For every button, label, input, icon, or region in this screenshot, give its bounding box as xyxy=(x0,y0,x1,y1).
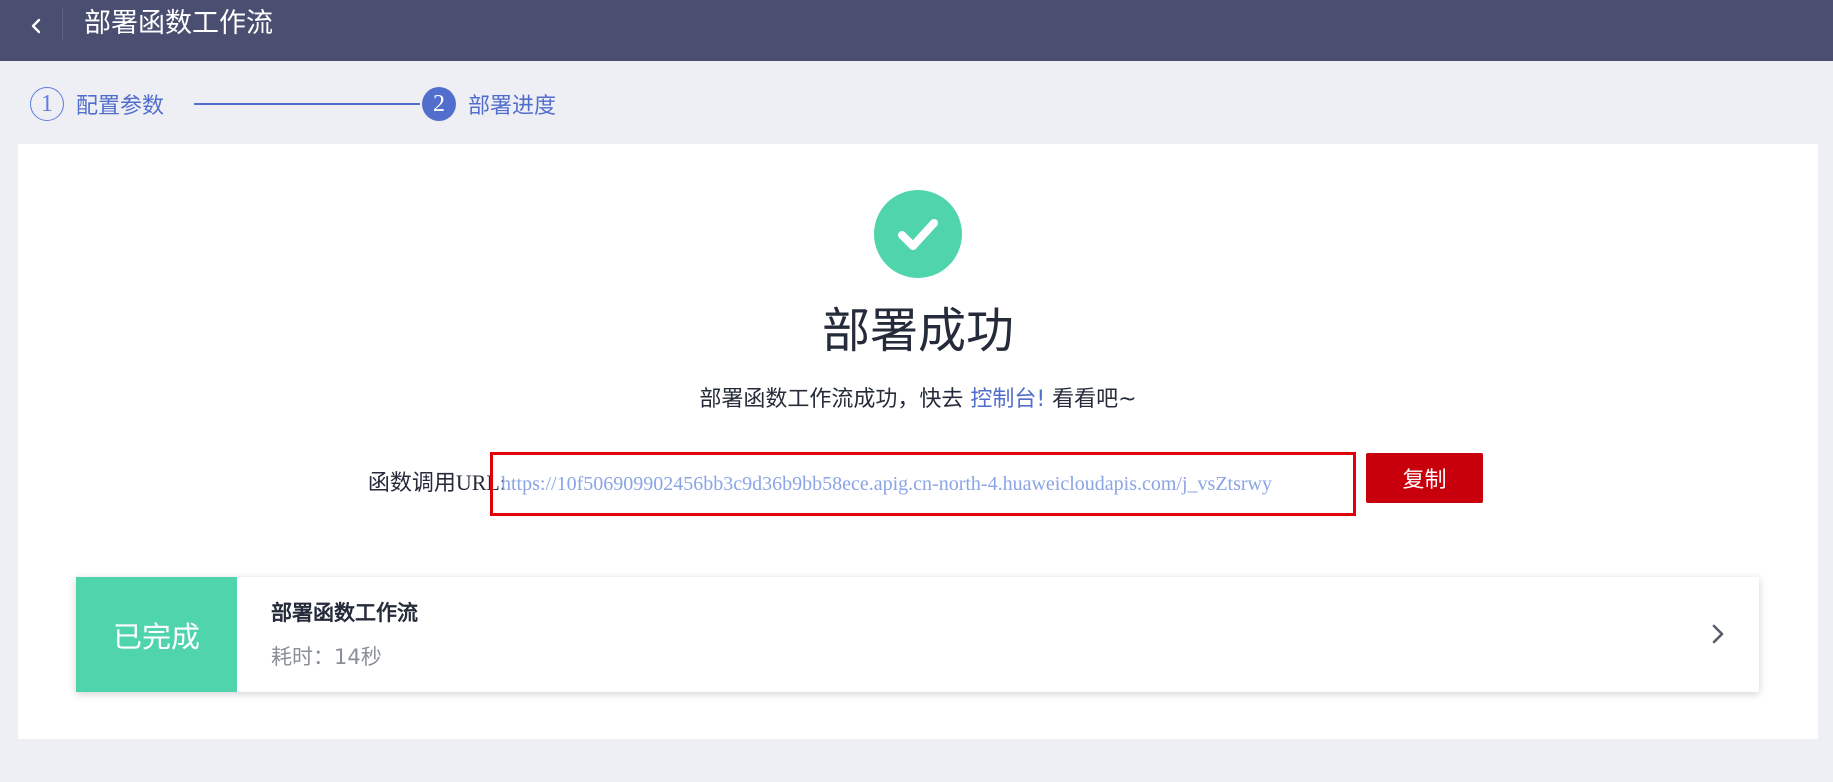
result-card: 部署成功 部署函数工作流成功，快去 控制台! 看看吧~ 函数调用URL: 复制 … xyxy=(18,144,1818,739)
top-bar: 部署函数工作流 xyxy=(0,0,1833,61)
console-link[interactable]: 控制台! xyxy=(970,387,1045,412)
task-name: 部署函数工作流 xyxy=(271,601,418,625)
chevron-left-icon xyxy=(31,18,41,34)
url-label: 函数调用URL: xyxy=(367,470,506,495)
task-item[interactable]: 已完成 部署函数工作流 耗时：14秒 xyxy=(76,577,1759,692)
function-url-field[interactable] xyxy=(501,463,1341,505)
step-deploy-progress: 2 部署进度 xyxy=(422,86,556,122)
step-label-config-params: 配置参数 xyxy=(76,94,165,119)
step-number-2: 2 xyxy=(422,87,456,121)
check-circle-icon xyxy=(874,190,962,278)
step-config-params[interactable]: 1 配置参数 xyxy=(30,86,164,122)
task-duration: 耗时：14秒 xyxy=(271,645,382,669)
step-number-1: 1 xyxy=(30,87,64,121)
success-title: 部署成功 xyxy=(821,303,1014,359)
step-connector-line xyxy=(194,103,420,105)
task-status-badge: 已完成 xyxy=(76,577,237,692)
step-label-deploy-progress: 部署进度 xyxy=(468,94,557,119)
header-divider xyxy=(62,8,63,40)
copy-button[interactable]: 复制 xyxy=(1366,453,1483,503)
url-highlight-box xyxy=(490,452,1356,516)
success-desc-prefix: 部署函数工作流成功，快去 xyxy=(699,387,971,412)
success-desc-suffix: 看看吧~ xyxy=(1045,387,1137,412)
success-description: 部署函数工作流成功，快去 控制台! 看看吧~ xyxy=(18,384,1818,416)
chevron-right-icon[interactable] xyxy=(1711,622,1725,646)
step-indicator: 1 配置参数 2 部署进度 xyxy=(30,86,730,122)
page-title: 部署函数工作流 xyxy=(84,8,273,39)
back-button[interactable] xyxy=(16,8,56,44)
